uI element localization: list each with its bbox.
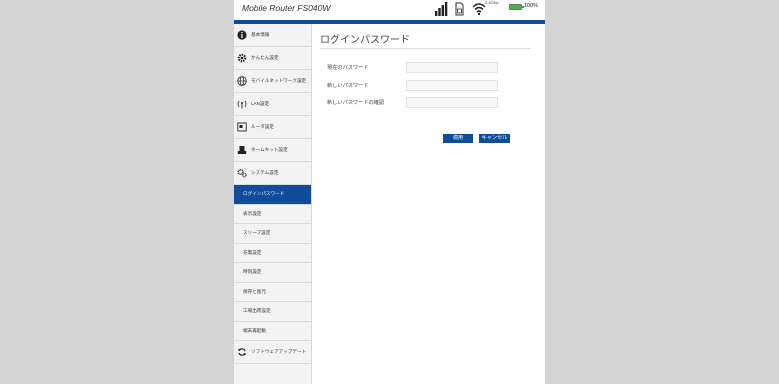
sidebar-item-label: ホームキット設定 [251,147,288,152]
globe-icon [236,75,248,87]
new-password-label: 新しいパスワード [327,83,369,89]
sidebar-item-homekit[interactable]: ホームキット設定 [234,139,311,162]
confirm-password-label: 新しいパスワードの確認 [327,100,385,106]
sidebar-item-label: 表示設定 [243,210,262,216]
router-icon [236,121,248,133]
sidebar-item-label: システム設定 [251,170,279,175]
sidebar-item-time[interactable]: 時刻設定 [234,263,311,283]
battery-icon [509,4,524,10]
info-icon [236,29,248,41]
sidebar-item-software-update[interactable]: ソフトウェアアップデート [234,341,311,364]
app-title: Mobile Router FS040W [242,3,331,13]
sidebar-item-label: LAN設定 [251,101,270,106]
battery-fill [510,5,521,9]
cradle-icon [236,144,248,156]
title-divider [320,48,530,49]
sidebar-item-system[interactable]: システム設定 [234,162,311,185]
sidebar-item-backup-restore[interactable]: 保存と復元 [234,283,311,302]
app-header: Mobile Router FS040W 2.4GHz 100% [234,0,545,20]
new-password-input[interactable] [406,80,498,91]
main-content: ログインパスワード 現在のパスワード 新しいパスワード 新しいパスワードの確認 … [320,24,535,324]
sidebar-item-sleep[interactable]: スリープ設定 [234,224,311,244]
current-password-label: 現在のパスワード [327,65,369,71]
sidebar-item-factory-reset[interactable]: 工場出荷設定 [234,302,311,322]
wifi-antenna-icon [236,98,248,110]
sidebar-item-label: ルータ設定 [251,124,274,129]
gears-icon [236,167,248,179]
confirm-password-row: 新しいパスワードの確認 [327,97,527,109]
sidebar-item-lan[interactable]: LAN設定 [234,93,311,116]
sidebar-item-label: 工場出荷設定 [243,308,271,314]
sidebar-item-reboot[interactable]: 端末再起動 [234,322,311,341]
sidebar: 基本情報 かんたん設定 モバイルネットワーク設定 LAN設定 ルータ設定 ホーム… [234,24,312,384]
sidebar-item-display[interactable]: 表示設定 [234,205,311,224]
current-password-row: 現在のパスワード [327,62,527,74]
sidebar-item-mobile-network[interactable]: モバイルネットワーク設定 [234,70,311,93]
sidebar-item-basic-info[interactable]: 基本情報 [234,24,311,47]
sidebar-item-label: ログインパスワード [243,191,285,197]
sidebar-item-label: 端末再起動 [243,327,266,333]
confirm-password-input[interactable] [406,97,498,108]
gear-icon [236,52,248,64]
sidebar-item-label: 基本情報 [251,32,270,37]
current-password-input[interactable] [406,62,498,73]
sidebar-item-label: 保存と復元 [243,288,266,294]
router-app: Mobile Router FS040W 2.4GHz 100% 基本情報 かん… [234,0,545,384]
battery-level: 100% [524,3,539,9]
cancel-button[interactable]: キャンセル [479,134,510,143]
sidebar-item-label: モバイルネットワーク設定 [251,78,307,83]
sidebar-item-charging[interactable]: 充電設定 [234,244,311,263]
sidebar-item-easy-setup[interactable]: かんたん設定 [234,47,311,70]
refresh-icon [236,346,248,358]
wifi-band-label: 2.4GHz [485,0,499,5]
sidebar-item-label: 充電設定 [243,249,262,255]
sidebar-item-label: かんたん設定 [251,55,279,60]
new-password-row: 新しいパスワード [327,80,527,92]
sim-card-icon [455,2,464,16]
apply-button[interactable]: 適用 [443,134,473,143]
sidebar-item-login-password[interactable]: ログインパスワード [234,185,311,205]
sidebar-item-label: ソフトウェアアップデート [251,349,307,354]
page-title: ログインパスワード [320,35,410,46]
sidebar-item-label: スリープ設定 [243,230,271,236]
sidebar-item-router[interactable]: ルータ設定 [234,116,311,139]
wifi-icon [472,3,486,16]
signal-strength-icon [435,2,448,16]
sidebar-item-label: 時刻設定 [243,269,262,275]
